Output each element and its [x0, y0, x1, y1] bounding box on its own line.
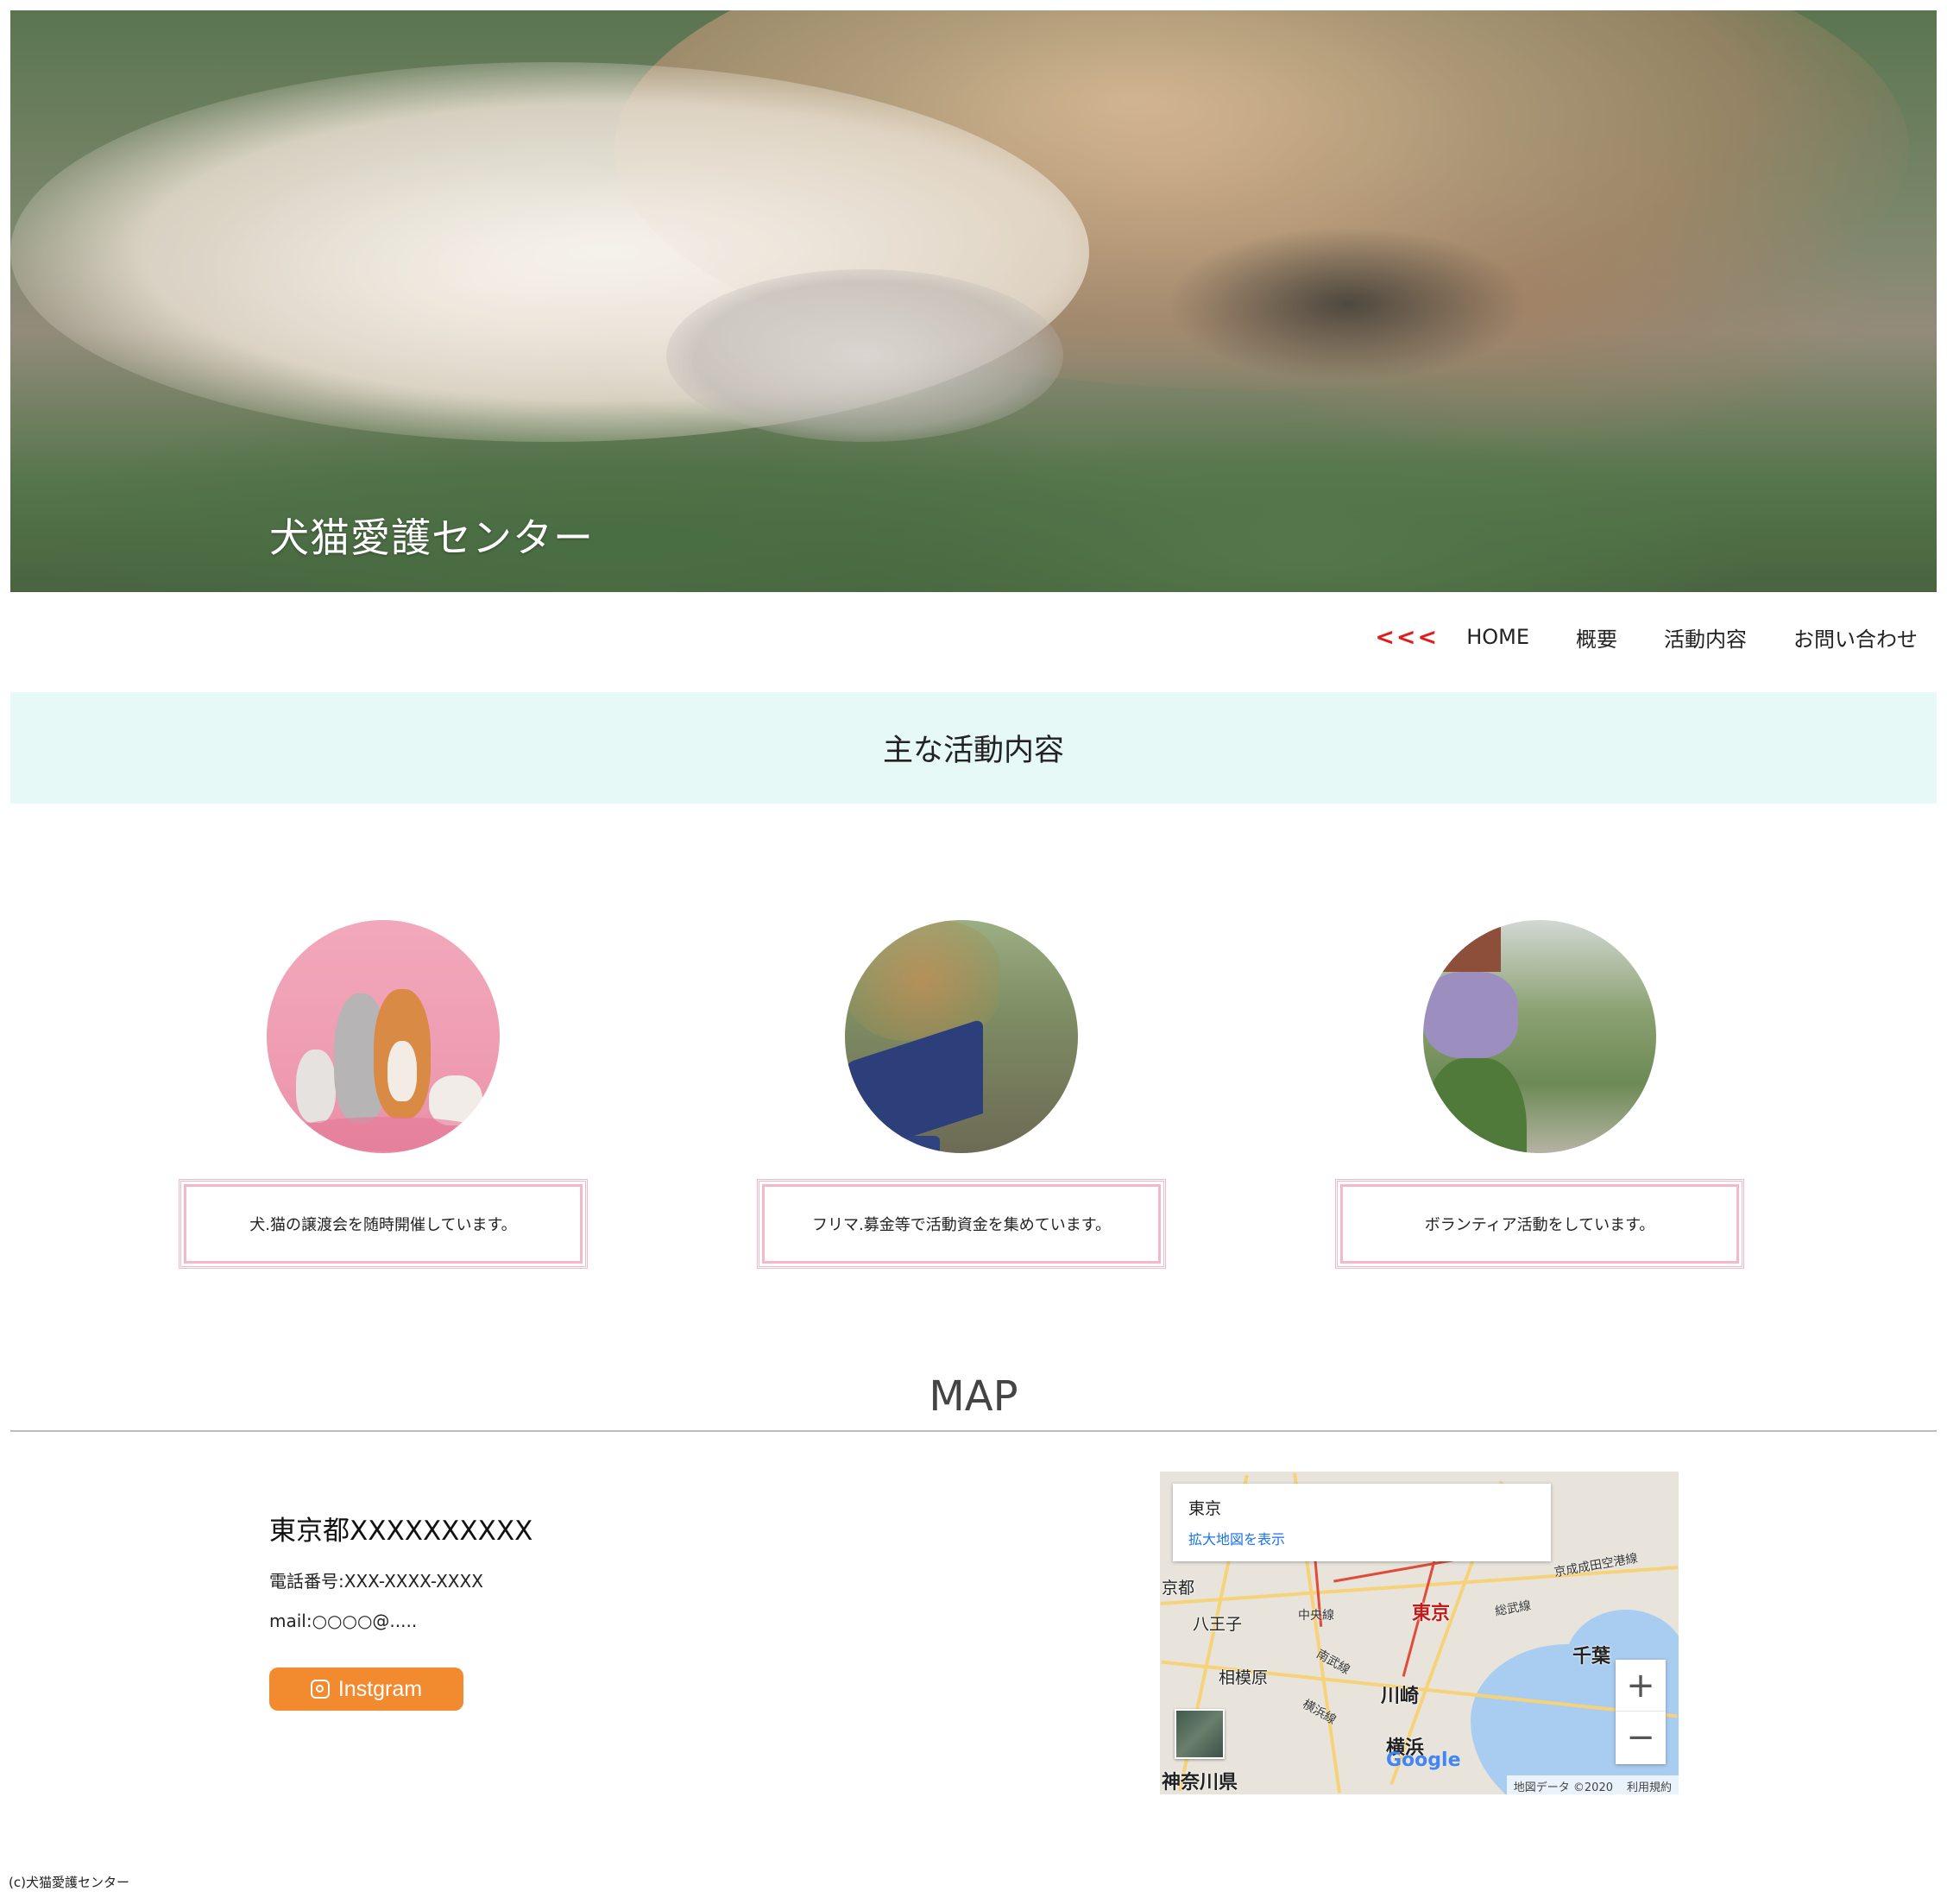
hero-banner: 犬猫愛護センター	[10, 10, 1937, 592]
volunteer-caption: ボランティア活動をしています。	[1335, 1179, 1744, 1269]
footer-copyright: (c)犬猫愛護センター	[9, 1875, 129, 1890]
map-info-card: 東京 拡大地図を表示	[1173, 1484, 1551, 1561]
adoption-caption: 犬.猫の譲渡会を随時開催しています。	[179, 1179, 588, 1269]
activity-card-volunteer: ボランティア活動をしています。	[1335, 920, 1744, 1269]
zoom-in-button[interactable]: +	[1616, 1660, 1666, 1712]
address-text: 東京都XXXXXXXXXX	[269, 1516, 533, 1547]
phone-text: 電話番号:XXX-XXXX-XXXX	[269, 1571, 483, 1592]
lavender-bushes	[1423, 972, 1518, 1058]
instagram-button[interactable]: Instgram	[269, 1668, 463, 1711]
floor-shadow	[284, 1117, 491, 1151]
map-data-credit: 地図データ ©2020	[1513, 1781, 1613, 1794]
map-label-sagamihara: 相模原	[1219, 1668, 1269, 1687]
map-place-name: 東京	[1188, 1499, 1222, 1518]
main-nav: <<< HOME 概要 活動内容 お問い合わせ	[1375, 620, 1947, 654]
map-label-narita-line: 京成成田空港線	[1553, 1551, 1639, 1580]
map-label-nambu-line: 南武線	[1314, 1647, 1352, 1678]
site-title: 犬猫愛護センター	[269, 514, 594, 561]
adoption-caption-text: 犬.猫の譲渡会を随時開催しています。	[249, 1216, 517, 1234]
nav-item-activities[interactable]: 活動内容	[1664, 622, 1747, 653]
map-terms-link[interactable]: 利用規約	[1627, 1778, 1672, 1794]
nav-item-home[interactable]: HOME	[1466, 625, 1529, 649]
section-title: 主な活動内容	[882, 734, 1064, 768]
instagram-button-label: Instgram	[337, 1676, 423, 1701]
map-label-chuo-line: 中央線	[1298, 1609, 1334, 1623]
google-logo: Google	[1386, 1750, 1461, 1771]
map-label-tokyo: 東京	[1412, 1603, 1451, 1624]
fundraising-caption: フリマ.募金等で活動資金を集めています。	[757, 1179, 1166, 1269]
volunteer-photo	[1423, 920, 1656, 1153]
map-label-chiba: 千葉	[1572, 1646, 1611, 1668]
nav-item-about[interactable]: 概要	[1576, 622, 1617, 653]
nav-item-contact[interactable]: お問い合わせ	[1793, 622, 1918, 653]
map-label-kanagawa: 神奈川県	[1162, 1772, 1238, 1794]
map-heading: MAP	[929, 1372, 1018, 1421]
nav-back-arrows[interactable]: <<<	[1375, 624, 1439, 651]
mail-text: mail:○○○○@.....	[269, 1611, 418, 1631]
map-label-hachioji: 八王子	[1193, 1615, 1243, 1634]
section-header-band: 主な活動内容	[10, 692, 1937, 804]
cat-figure-right	[429, 1075, 482, 1125]
house-roof	[1423, 920, 1501, 972]
market-photo	[845, 920, 1078, 1153]
zoom-out-button[interactable]: −	[1616, 1712, 1666, 1763]
map-enlarge-link[interactable]: 拡大地図を表示	[1188, 1528, 1535, 1548]
trees-right	[1423, 1058, 1527, 1153]
map-attribution: 地図データ ©2020 利用規約	[1506, 1775, 1679, 1794]
activity-card-fundraising: フリマ.募金等で活動資金を集めています。	[757, 920, 1166, 1269]
corgi-chest	[388, 1041, 417, 1101]
map-label-yokohama-line: 横浜線	[1300, 1697, 1339, 1728]
instagram-icon	[310, 1680, 330, 1699]
map-divider	[10, 1430, 1937, 1432]
satellite-toggle[interactable]	[1175, 1709, 1225, 1759]
google-map-embed[interactable]: 東京 川崎 横浜 千葉 八王子 相模原 神奈川県 京都 中央線 南武線 横浜線 …	[1160, 1472, 1679, 1794]
volunteer-caption-text: ボランティア活動をしています。	[1424, 1216, 1655, 1234]
map-label-kyo: 京都	[1162, 1579, 1195, 1598]
fundraising-caption-text: フリマ.募金等で活動資金を集めています。	[812, 1216, 1111, 1234]
map-zoom-control: + −	[1616, 1660, 1666, 1764]
activity-card-adoption: 犬.猫の譲渡会を随時開催しています。	[179, 920, 588, 1269]
hero-overlay	[10, 10, 1937, 592]
map-label-sobu-line: 総武線	[1494, 1598, 1533, 1619]
cat-figure-left	[296, 1050, 336, 1123]
map-label-kawasaki: 川崎	[1381, 1686, 1420, 1707]
adoption-photo	[267, 920, 500, 1153]
